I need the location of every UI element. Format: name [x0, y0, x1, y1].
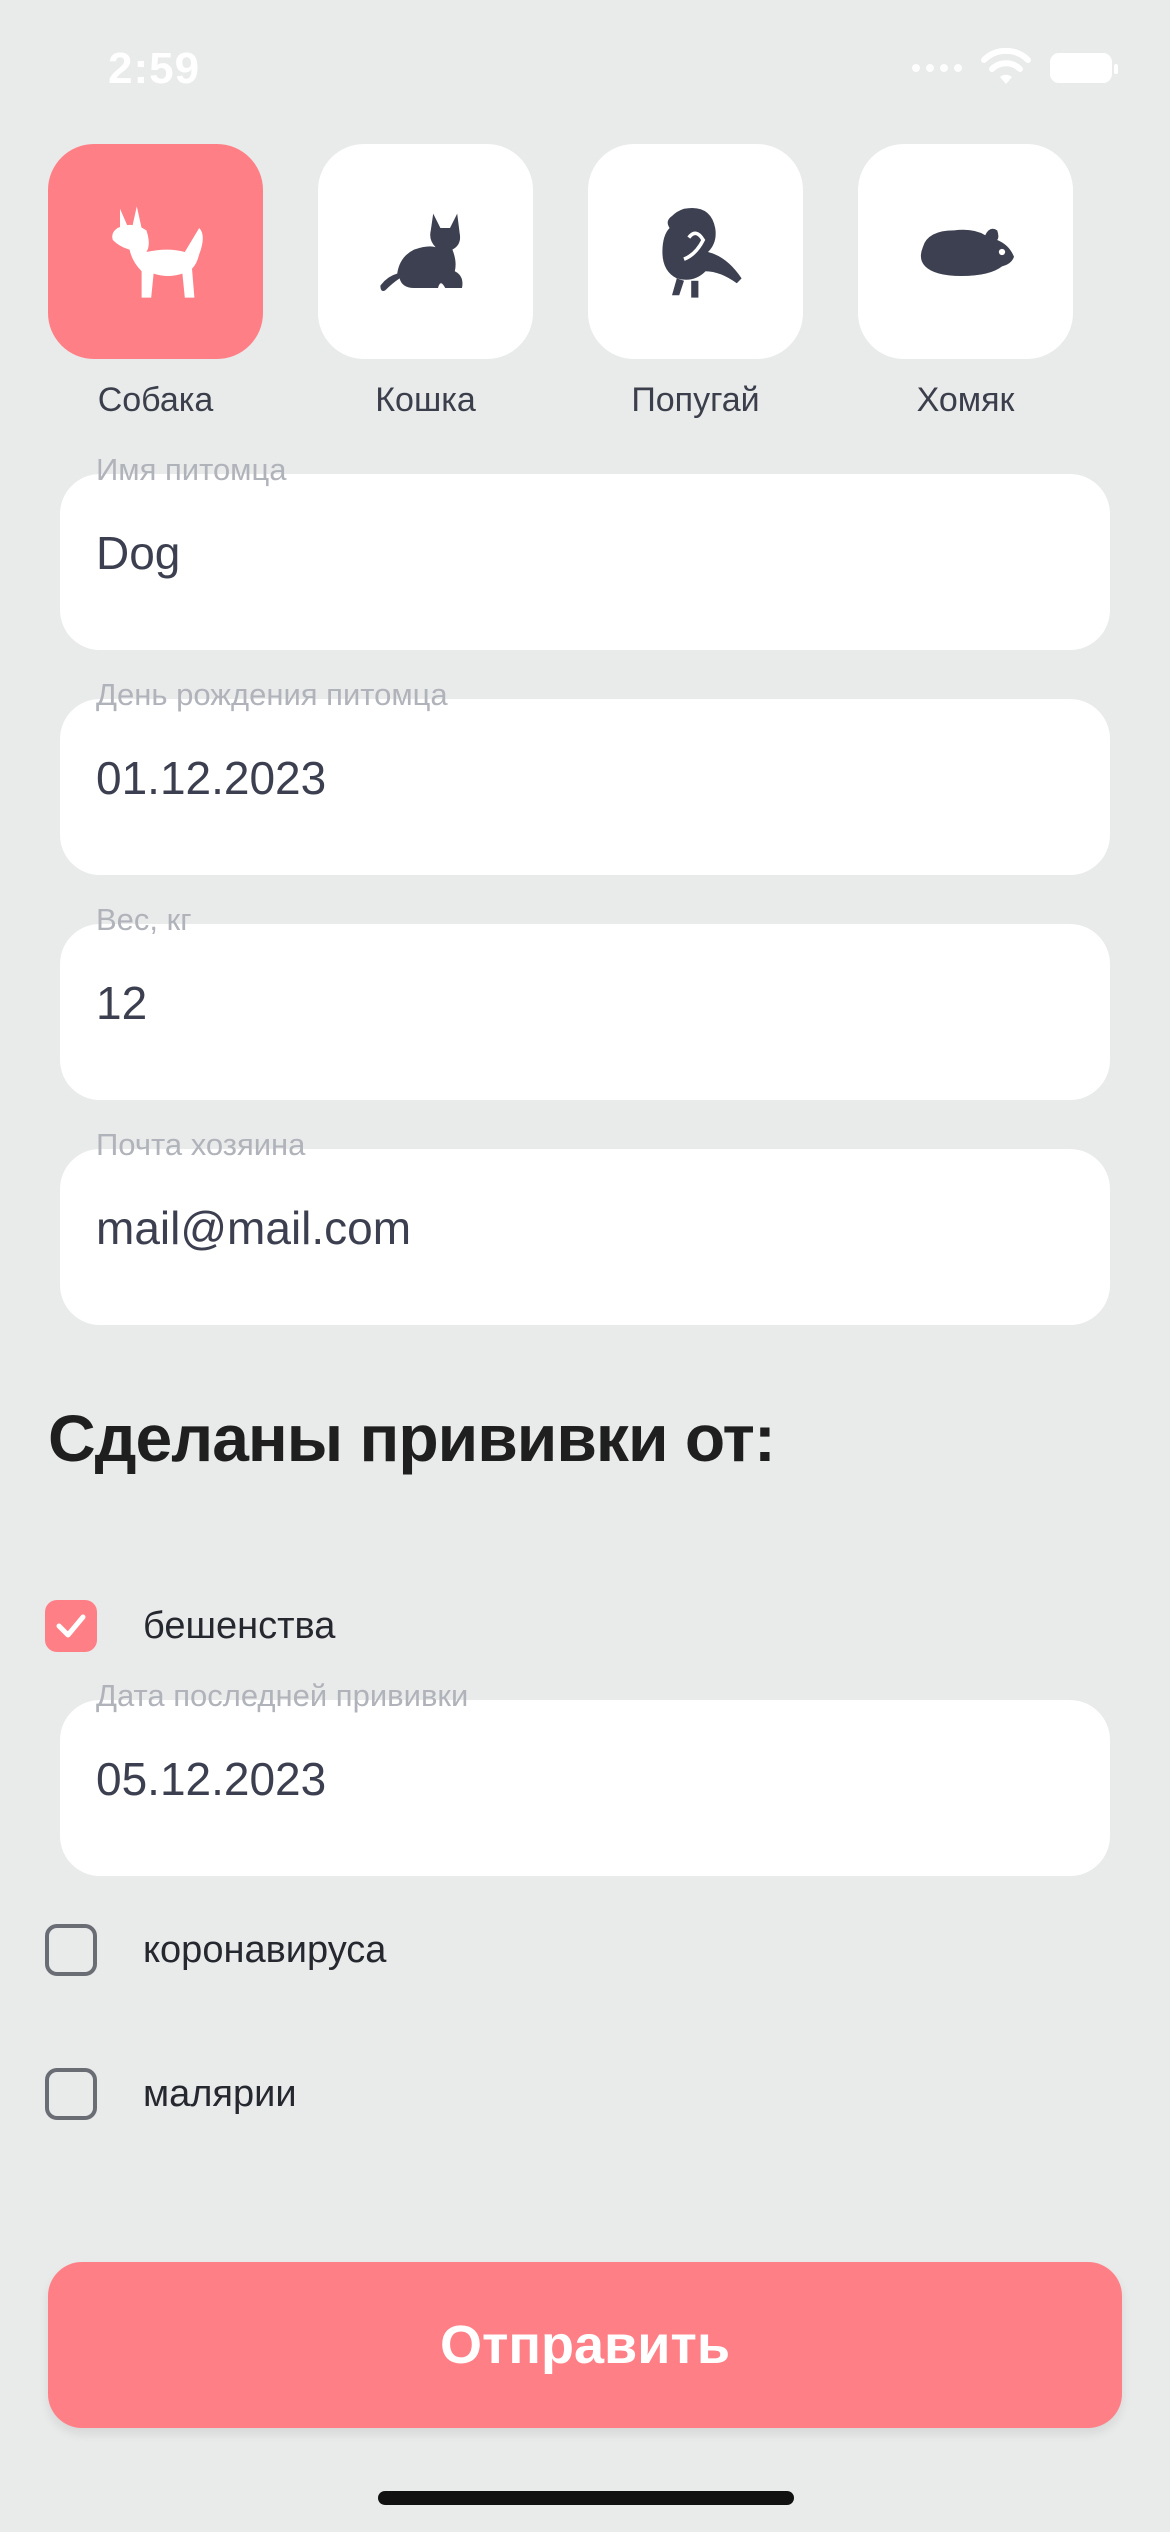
- owner-email-value[interactable]: mail@mail.com: [96, 1201, 411, 1255]
- pet-name-input-box[interactable]: [60, 474, 1110, 650]
- pet-weight-field[interactable]: Вес, кг 12: [60, 902, 1110, 1100]
- pet-label-cat: Кошка: [375, 381, 476, 419]
- pet-tile-parrot[interactable]: [588, 144, 803, 359]
- pet-name-value[interactable]: Dog: [96, 526, 180, 580]
- pet-option-parrot[interactable]: Попугай: [588, 144, 803, 420]
- pet-label-hamster: Хомяк: [916, 381, 1015, 419]
- status-time: 2:59: [108, 44, 201, 93]
- cat-icon: [379, 213, 462, 291]
- vaccine-rabies-checkbox[interactable]: [45, 1600, 97, 1652]
- hamster-icon: [920, 228, 1014, 276]
- last-vaccination-date-value[interactable]: 05.12.2023: [96, 1752, 326, 1806]
- submit-button[interactable]: Отправить: [48, 2262, 1122, 2428]
- pet-label-dog: Собака: [97, 381, 214, 419]
- vaccine-rabies-row[interactable]: бешенства: [45, 1600, 335, 1652]
- pet-option-dog[interactable]: Собака: [48, 144, 263, 420]
- status-indicators: [912, 48, 1118, 88]
- wifi-icon: [981, 48, 1031, 84]
- vaccinations-title: Сделаны прививки от:: [48, 1401, 776, 1475]
- checkmark-icon: [56, 1614, 86, 1638]
- pet-label-parrot: Попугай: [631, 381, 760, 419]
- dog-icon: [111, 205, 203, 298]
- pet-birthday-field[interactable]: День рождения питомца 01.12.2023: [60, 677, 1110, 875]
- vaccine-malaria-row[interactable]: малярии: [45, 2068, 297, 2120]
- vaccine-malaria-label: малярии: [143, 2072, 297, 2115]
- pet-birthday-value[interactable]: 01.12.2023: [96, 751, 326, 805]
- submit-button-label: Отправить: [439, 2315, 731, 2375]
- pet-name-label: Имя питомца: [96, 452, 287, 487]
- pet-tile-hamster[interactable]: [858, 144, 1073, 359]
- pet-option-cat[interactable]: Кошка: [318, 144, 533, 420]
- vaccine-malaria-checkbox[interactable]: [45, 2068, 97, 2120]
- vaccine-coronavirus-row[interactable]: коронавируса: [45, 1924, 386, 1976]
- pet-tile-cat[interactable]: [318, 144, 533, 359]
- last-vaccination-date-field[interactable]: Дата последней прививки 05.12.2023: [60, 1678, 1110, 1876]
- vaccine-coronavirus-checkbox[interactable]: [45, 1924, 97, 1976]
- owner-email-label: Почта хозяина: [96, 1127, 306, 1162]
- pet-type-selector: Собака Кошка Попугай Хомяк: [48, 144, 1088, 420]
- parrot-icon: [661, 207, 742, 298]
- owner-email-field[interactable]: Почта хозяина mail@mail.com: [60, 1127, 1110, 1325]
- pet-tile-dog[interactable]: [48, 144, 263, 359]
- pet-weight-value[interactable]: 12: [96, 976, 147, 1030]
- last-vaccination-date-label: Дата последней прививки: [96, 1678, 469, 1713]
- home-indicator: [378, 2491, 794, 2505]
- pet-birthday-label: День рождения питомца: [96, 677, 448, 712]
- vaccine-rabies-label: бешенства: [143, 1604, 336, 1647]
- pet-option-hamster[interactable]: Хомяк: [858, 144, 1073, 420]
- cellular-signal-icon: [912, 64, 962, 72]
- battery-icon: [1050, 53, 1118, 83]
- pet-name-field[interactable]: Имя питомца Dog: [60, 452, 1110, 650]
- pet-weight-label: Вес, кг: [96, 902, 192, 937]
- pet-weight-input-box[interactable]: [60, 924, 1110, 1100]
- vaccine-coronavirus-label: коронавируса: [143, 1928, 387, 1971]
